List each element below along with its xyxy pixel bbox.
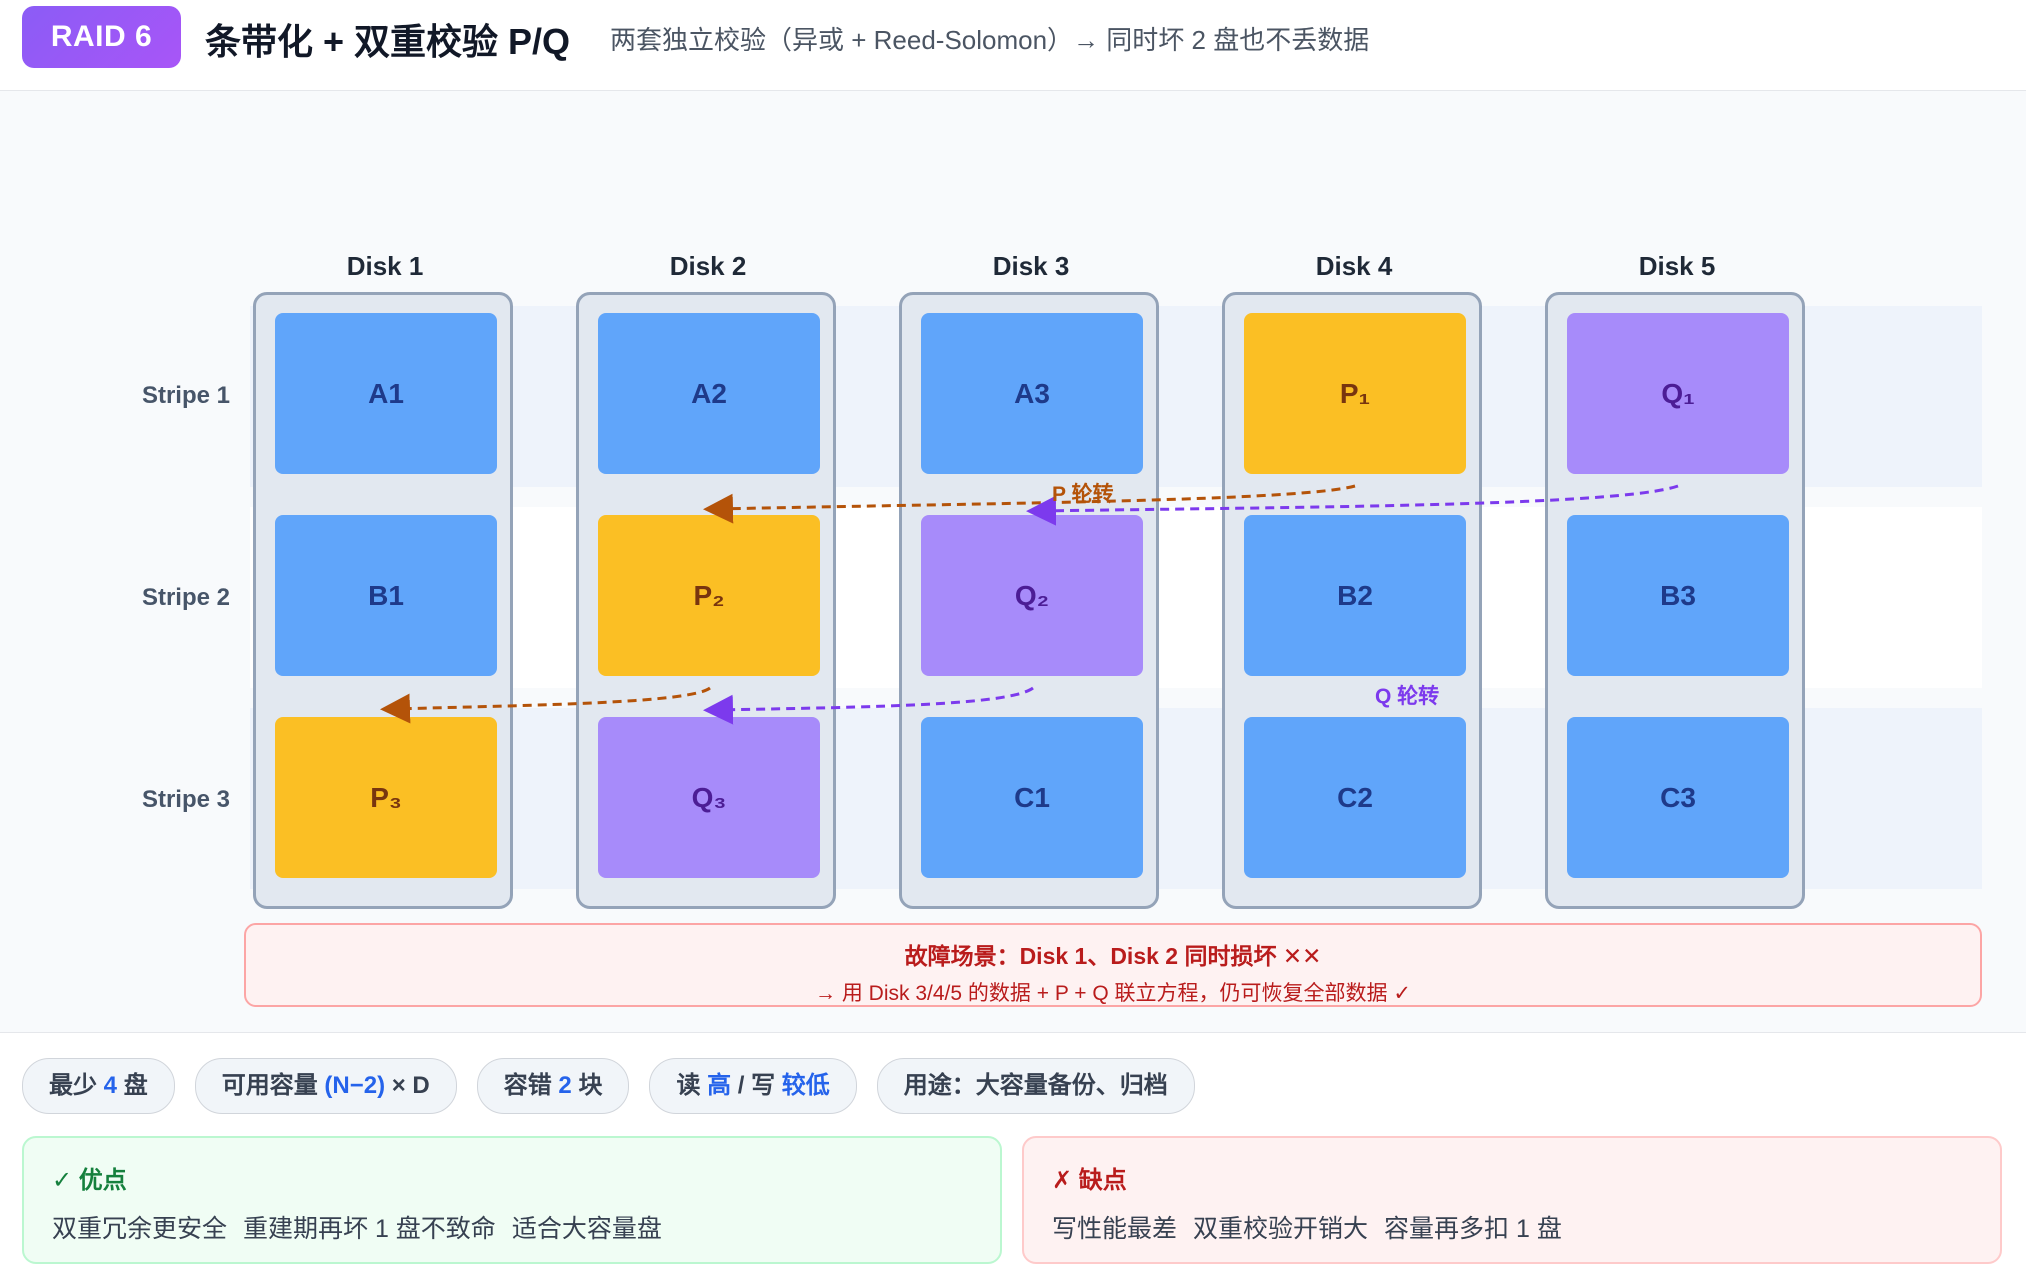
pros-item: 双重冗余更安全 [52,1215,228,1243]
pros-title: ✓ 优点 [52,1167,127,1194]
chip-min-disks: 最少 4 盘 [22,1058,175,1114]
page-title: 条带化 + 双重校验 P/Q [205,21,571,62]
cons-title: ✗ 缺点 [1052,1167,1127,1194]
chip-capacity: 可用容量 (N−2) × D [194,1058,457,1114]
failure-scenario: 故障场景：Disk 1、Disk 2 同时损坏 ✕✕ → 用 Disk 3/4/… [244,923,1982,1007]
cons-item: 写性能最差 [1052,1215,1178,1243]
failure-title: 故障场景：Disk 1、Disk 2 同时损坏 ✕✕ [904,943,1322,969]
pros-item: 适合大容量盘 [511,1215,662,1243]
page-subtitle: 两套独立校验（异或 + Reed-Solomon）→ 同时坏 2 盘也不丢数据 [610,25,1370,55]
parity-rotation-arrows [380,484,1679,725]
chip-fault-tolerance: 容错 2 块 [476,1058,630,1114]
failure-text: → 用 Disk 3/4/5 的数据 + P + Q 联立方程，仍可恢复全部数据… [815,982,1411,1005]
p-rotation-arrow-2 [380,686,711,724]
raid-level-badge: RAID 6 [22,6,181,68]
q-rotation-arrow-2 [703,686,1034,725]
chip-read-write: 读 高 / 写 较低 [649,1058,857,1114]
cons-item: 容量再多扣 1 盘 [1384,1215,1562,1243]
q-rotation-arrow-1 [1026,484,1679,526]
pros-item: 重建期再坏 1 盘不致命 [243,1215,496,1243]
raid6-diagram: Stripe 1 Stripe 2 Stripe 3 Disk 1 Disk 2… [0,91,2026,1033]
p-rotation-label: P 轮转 [1052,483,1114,506]
cons-item: 双重校验开销大 [1193,1215,1369,1243]
cons-panel: ✗ 缺点 写性能最差 双重校验开销大 容量再多扣 1 盘 [1022,1136,2002,1264]
header: RAID 6 条带化 + 双重校验 P/Q 两套独立校验（异或 + Reed-S… [0,0,2026,91]
p-rotation-arrow-1 [703,484,1356,524]
spec-chips: 最少 4 盘可用容量 (N−2) × D 容错 2 块读 高 / 写 较低 用途：大… [22,1058,1215,1114]
q-rotation-label: Q 轮转 [1375,685,1440,708]
pros-panel: ✓ 优点 双重冗余更安全 重建期再坏 1 盘不致命 适合大容量盘 [22,1136,1002,1264]
chip-usage: 用途：大容量备份、归档 [876,1058,1195,1114]
